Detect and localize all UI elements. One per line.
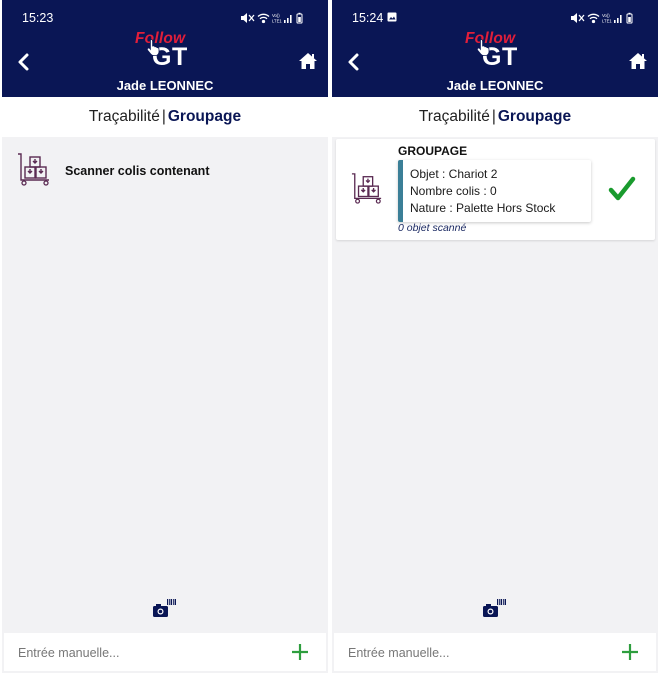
back-chevron-icon[interactable] (344, 52, 364, 72)
mute-icon (241, 13, 255, 23)
scan-container-label: Scanner colis contenant (65, 164, 210, 178)
app-header: 15:24 Vo)) LTE1 Follow GT Jade LEONNEC (332, 0, 658, 97)
volte-icon: Vo)) (602, 13, 610, 18)
checkmark-icon (608, 176, 636, 201)
home-icon[interactable] (298, 52, 318, 70)
svg-text:LTE1: LTE1 (602, 19, 612, 24)
trolley-boxes-icon (18, 153, 49, 186)
status-time: 15:23 (22, 11, 54, 25)
phone-screen-tracabilite-empty: 15:23 Vo)) LTE1 Follow GT Jade LEONNEC T… (2, 0, 328, 673)
phone-screen-groupage-card: 15:24 Vo)) LTE1 Follow GT Jade LEONNEC T… (332, 0, 658, 673)
pointing-hand-icon (476, 39, 490, 56)
camera-barcode-icon[interactable] (482, 598, 508, 618)
nombre-colis-value: Nombre colis : 0 (410, 184, 497, 198)
battery-icon (626, 12, 633, 24)
objet-value: Objet : Chariot 2 (410, 167, 498, 181)
trolley-boxes-icon (351, 173, 382, 204)
app-logo: Follow GT (135, 30, 197, 74)
manual-entry-bar (4, 633, 326, 671)
manual-entry-input[interactable] (348, 643, 598, 663)
mute-icon (571, 13, 585, 23)
plus-icon[interactable] (620, 642, 640, 662)
manual-entry-input[interactable] (18, 643, 268, 663)
wifi-icon (257, 13, 270, 24)
plus-icon[interactable] (290, 642, 310, 662)
tab-separator: | (161, 108, 166, 125)
tab-tracabilite[interactable]: Traçabilité (419, 108, 490, 125)
svg-text:LTE1: LTE1 (272, 19, 282, 24)
battery-icon (296, 12, 303, 24)
user-name: Jade LEONNEC (116, 78, 214, 93)
tab-groupage[interactable]: Groupage (498, 108, 571, 125)
groupage-info-box: Objet : Chariot 2 Nombre colis : 0 Natur… (398, 160, 591, 222)
nature-value: Nature : Palette Hors Stock (410, 201, 556, 215)
camera-barcode-icon[interactable] (152, 598, 178, 618)
photo-icon (387, 12, 397, 22)
status-time: 15:24 (352, 11, 384, 25)
back-chevron-icon[interactable] (14, 52, 34, 72)
scanned-count: 0 objet scanné (398, 222, 467, 234)
wifi-icon (587, 13, 600, 24)
groupage-card[interactable]: GROUPAGE Objet : Chariot 2 Nombre colis … (336, 139, 655, 240)
status-icons: Vo)) LTE1 (241, 12, 303, 24)
scan-container-action[interactable]: Scanner colis contenant (16, 152, 316, 188)
tab-separator: | (491, 108, 496, 125)
user-name: Jade LEONNEC (446, 78, 544, 93)
tab-tracabilite[interactable]: Traçabilité (89, 108, 160, 125)
pointing-hand-icon (146, 39, 160, 56)
manual-entry-bar (334, 633, 656, 671)
volte-icon: Vo)) (272, 13, 280, 18)
home-icon[interactable] (628, 52, 648, 70)
status-icons: Vo)) LTE1 (571, 12, 633, 24)
tab-groupage[interactable]: Groupage (168, 108, 241, 125)
signal-icon (614, 15, 622, 23)
app-header: 15:23 Vo)) LTE1 Follow GT Jade LEONNEC (2, 0, 328, 97)
signal-icon (284, 15, 292, 23)
app-logo: Follow GT (465, 30, 527, 74)
tab-bar: Traçabilité | Groupage (2, 97, 328, 137)
tab-bar: Traçabilité | Groupage (332, 97, 658, 137)
card-title: GROUPAGE (398, 144, 468, 158)
